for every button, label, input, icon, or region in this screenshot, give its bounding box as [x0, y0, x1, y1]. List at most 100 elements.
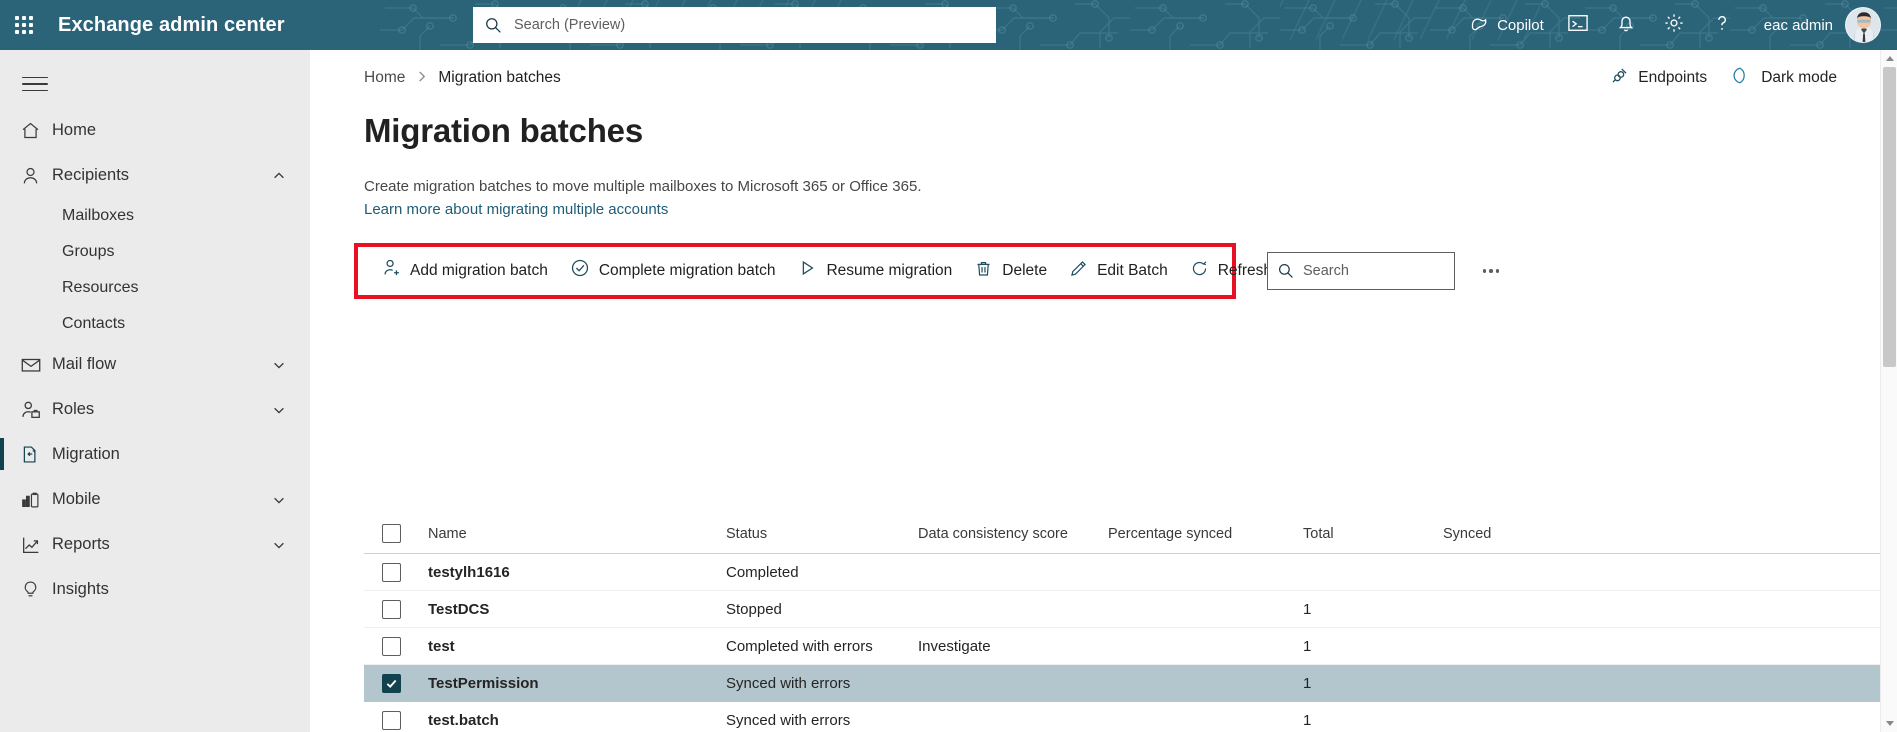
help-button[interactable]: [1698, 0, 1746, 50]
global-search-input[interactable]: [514, 17, 984, 33]
endpoints-button[interactable]: Endpoints: [1610, 66, 1707, 90]
row-checkbox[interactable]: [382, 636, 401, 656]
migration-icon: [14, 444, 52, 465]
row-checkbox[interactable]: [382, 673, 401, 693]
list-search-box[interactable]: [1267, 251, 1455, 290]
person-icon: [14, 165, 52, 186]
trash-icon: [974, 259, 993, 283]
person-briefcase-icon: [14, 399, 52, 421]
chevron-down-icon: [1885, 721, 1894, 726]
play-triangle-icon: [797, 258, 817, 283]
cell-name[interactable]: test: [428, 638, 726, 655]
pencil-icon: [1069, 259, 1088, 283]
chevron-down-icon[interactable]: [272, 403, 286, 417]
column-header-name[interactable]: Name: [428, 526, 726, 542]
settings-button[interactable]: [1650, 0, 1698, 50]
command-bar: Add migration batch Complete migration b…: [354, 243, 1283, 299]
row-checkbox[interactable]: [382, 562, 401, 582]
app-launcher-button[interactable]: [0, 0, 48, 50]
delete-button[interactable]: Delete: [963, 251, 1058, 291]
cell-data-consistency-score[interactable]: Investigate: [918, 638, 1108, 655]
chevron-up-icon[interactable]: [272, 169, 286, 183]
column-header-percentage-synced[interactable]: Percentage synced: [1108, 526, 1303, 542]
more-ellipsis-icon[interactable]: [1476, 257, 1506, 285]
notifications-button[interactable]: [1602, 0, 1650, 50]
chevron-down-icon[interactable]: [272, 493, 286, 507]
gear-icon: [1663, 12, 1685, 38]
sidebar-item-label: Home: [52, 121, 97, 139]
global-search-box[interactable]: [473, 7, 996, 43]
table-row[interactable]: test Completed with errors Investigate 1: [364, 628, 1897, 665]
cell-total: 1: [1303, 637, 1312, 655]
resume-migration-button[interactable]: Resume migration: [786, 251, 963, 291]
moon-icon: [1733, 66, 1752, 90]
select-all-cell: [364, 524, 428, 543]
sidebar-item-home[interactable]: Home: [0, 108, 310, 153]
list-search-input[interactable]: [1303, 262, 1444, 279]
add-migration-batch-button[interactable]: Add migration batch: [370, 251, 559, 291]
user-account-menu[interactable]: eac admin: [1746, 0, 1885, 50]
copilot-button[interactable]: Copilot: [1459, 0, 1554, 50]
user-name: eac admin: [1763, 16, 1833, 34]
breadcrumb-current[interactable]: Migration batches: [438, 69, 560, 87]
learn-more-link[interactable]: Learn more about migrating multiple acco…: [310, 198, 668, 218]
complete-migration-batch-button[interactable]: Complete migration batch: [559, 251, 787, 291]
sidebar-item-mailboxes[interactable]: Mailboxes: [0, 198, 310, 234]
table-row[interactable]: testylh1616 Completed: [364, 554, 1897, 591]
add-migration-batch-label: Add migration batch: [410, 261, 548, 279]
sidebar-item-roles[interactable]: Roles: [0, 387, 310, 432]
table-row[interactable]: test.batch Synced with errors 1: [364, 702, 1897, 732]
cell-name[interactable]: TestDCS: [428, 601, 726, 618]
column-header-data-consistency-score[interactable]: Data consistency score: [918, 526, 1108, 542]
terminal-button[interactable]: [1554, 0, 1602, 50]
sidebar-item-groups[interactable]: Groups: [0, 234, 310, 270]
check-circle-icon: [570, 258, 590, 283]
column-header-synced[interactable]: Synced: [1443, 526, 1593, 542]
sidebar-item-mail-flow[interactable]: Mail flow: [0, 342, 310, 387]
sidebar-item-recipients[interactable]: Recipients: [0, 153, 310, 198]
home-icon: [14, 120, 52, 141]
top-header-bar: Exchange admin center Copilot: [0, 0, 1897, 50]
question-mark-icon: [1711, 12, 1733, 38]
cell-status: Stopped: [726, 600, 782, 618]
sidebar-collapse-button[interactable]: [10, 60, 60, 108]
dark-mode-toggle[interactable]: Dark mode: [1733, 66, 1837, 90]
column-header-total[interactable]: Total: [1303, 526, 1443, 542]
sidebar-item-insights[interactable]: Insights: [0, 567, 310, 612]
sidebar-item-label: Migration: [52, 445, 120, 463]
cell-total: 1: [1303, 711, 1312, 729]
sidebar-item-mobile[interactable]: Mobile: [0, 477, 310, 522]
add-user-icon: [381, 258, 401, 283]
copilot-icon: [1469, 13, 1490, 38]
row-checkbox[interactable]: [382, 599, 401, 619]
sidebar-item-contacts[interactable]: Contacts: [0, 306, 310, 342]
sidebar-item-reports[interactable]: Reports: [0, 522, 310, 567]
chevron-down-icon[interactable]: [272, 358, 286, 372]
row-select-cell: [364, 710, 428, 730]
column-header-status[interactable]: Status: [726, 526, 918, 542]
cell-name[interactable]: TestPermission: [428, 675, 726, 692]
page-vertical-scrollbar[interactable]: [1880, 50, 1897, 732]
cell-name[interactable]: testylh1616: [428, 564, 726, 581]
scroll-up-button[interactable]: [1881, 50, 1897, 67]
select-all-checkbox[interactable]: [382, 524, 401, 543]
row-checkbox[interactable]: [382, 710, 401, 730]
page-header-actions: Endpoints Dark mode: [1610, 66, 1837, 90]
table-row[interactable]: TestPermission Synced with errors 1: [364, 665, 1897, 702]
sidebar-item-label: Recipients: [52, 166, 130, 184]
breadcrumb-home[interactable]: Home: [364, 69, 405, 87]
scrollbar-thumb[interactable]: [1883, 67, 1896, 367]
sidebar-item-migration[interactable]: Migration: [0, 432, 310, 477]
sidebar-item-resources[interactable]: Resources: [0, 270, 310, 306]
delete-label: Delete: [1002, 261, 1048, 279]
cell-name[interactable]: test.batch: [428, 712, 726, 729]
cell-status: Completed: [726, 563, 799, 581]
table-row[interactable]: TestDCS Stopped 1: [364, 591, 1897, 628]
sidebar-navigation: Home Recipients Mailboxes Groups Resourc…: [0, 50, 310, 732]
app-launcher-icon: [15, 16, 33, 34]
edit-batch-button[interactable]: Edit Batch: [1058, 251, 1179, 291]
bell-icon: [1616, 12, 1636, 38]
chevron-down-icon[interactable]: [272, 538, 286, 552]
scroll-down-button[interactable]: [1881, 715, 1897, 732]
sidebar-item-label: Mail flow: [52, 355, 117, 373]
